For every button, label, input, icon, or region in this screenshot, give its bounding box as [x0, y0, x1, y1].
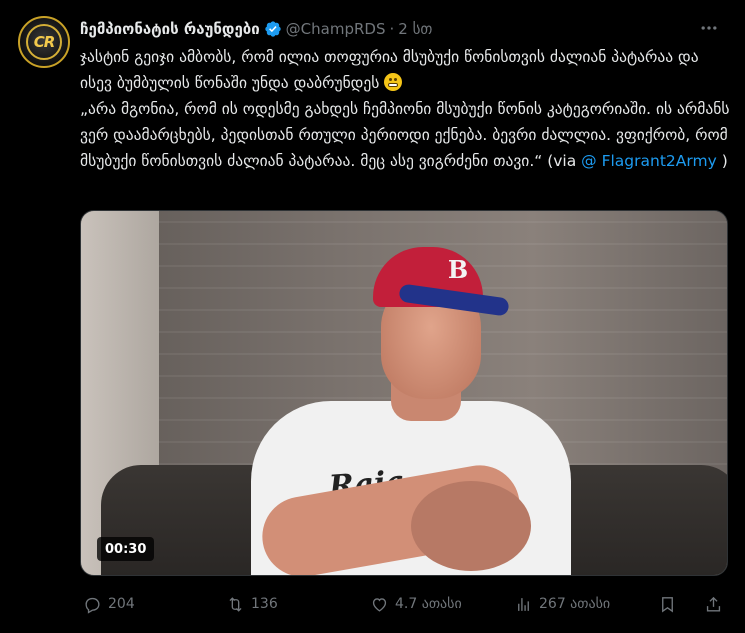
- tweet-text-part3: ): [716, 152, 728, 170]
- tweet-actions: 204 136 4.7 ათასი 267 ათასი: [80, 590, 728, 618]
- avatar-logo: CR: [26, 24, 62, 60]
- view-count: 267 ათასი: [539, 596, 611, 612]
- display-name[interactable]: ჩემპიონატის რაუნდები: [80, 20, 260, 38]
- grimacing-emoji-icon: [384, 73, 403, 91]
- mention-link[interactable]: @ Flagrant2Army: [581, 152, 717, 170]
- share-icon: [706, 596, 721, 612]
- timestamp[interactable]: 2 სთ: [398, 20, 432, 38]
- tweet-text: ჯასტინ გეიჯი ამბობს, რომ ილია თოფურია მს…: [80, 44, 732, 174]
- video-duration-badge: 00:30: [97, 537, 155, 561]
- user-handle[interactable]: @ChampRDS: [286, 20, 386, 38]
- retweet-icon: [229, 596, 242, 612]
- reply-icon: [85, 597, 100, 614]
- bookmark-button[interactable]: [658, 590, 677, 618]
- views-button[interactable]: 267 ათასი: [514, 590, 610, 618]
- more-options-icon[interactable]: [697, 18, 721, 38]
- video-player[interactable]: B Raia 00:30: [80, 210, 728, 576]
- separator-dot: ·: [389, 20, 395, 38]
- tweet[interactable]: CR ჩემპიონატის რაუნდები @ChampRDS · 2 სთ…: [0, 0, 745, 633]
- retweet-count: 136: [251, 596, 278, 612]
- verified-badge-icon[interactable]: [264, 20, 282, 38]
- video-frame-knee: [411, 481, 531, 571]
- heart-icon: [372, 597, 387, 612]
- like-count: 4.7 ათასი: [395, 596, 462, 612]
- tweet-header: ჩემპიონატის რაუნდები @ChampRDS · 2 სთ: [80, 17, 432, 41]
- reply-button[interactable]: 204: [83, 590, 135, 618]
- share-button[interactable]: [704, 590, 723, 618]
- avatar[interactable]: CR: [18, 16, 70, 68]
- bookmark-icon: [662, 596, 673, 613]
- retweet-button[interactable]: 136: [226, 590, 278, 618]
- reply-count: 204: [108, 596, 135, 612]
- video-frame-cap-logo: B: [447, 255, 469, 284]
- analytics-icon: [518, 597, 529, 611]
- like-button[interactable]: 4.7 ათასი: [370, 590, 462, 618]
